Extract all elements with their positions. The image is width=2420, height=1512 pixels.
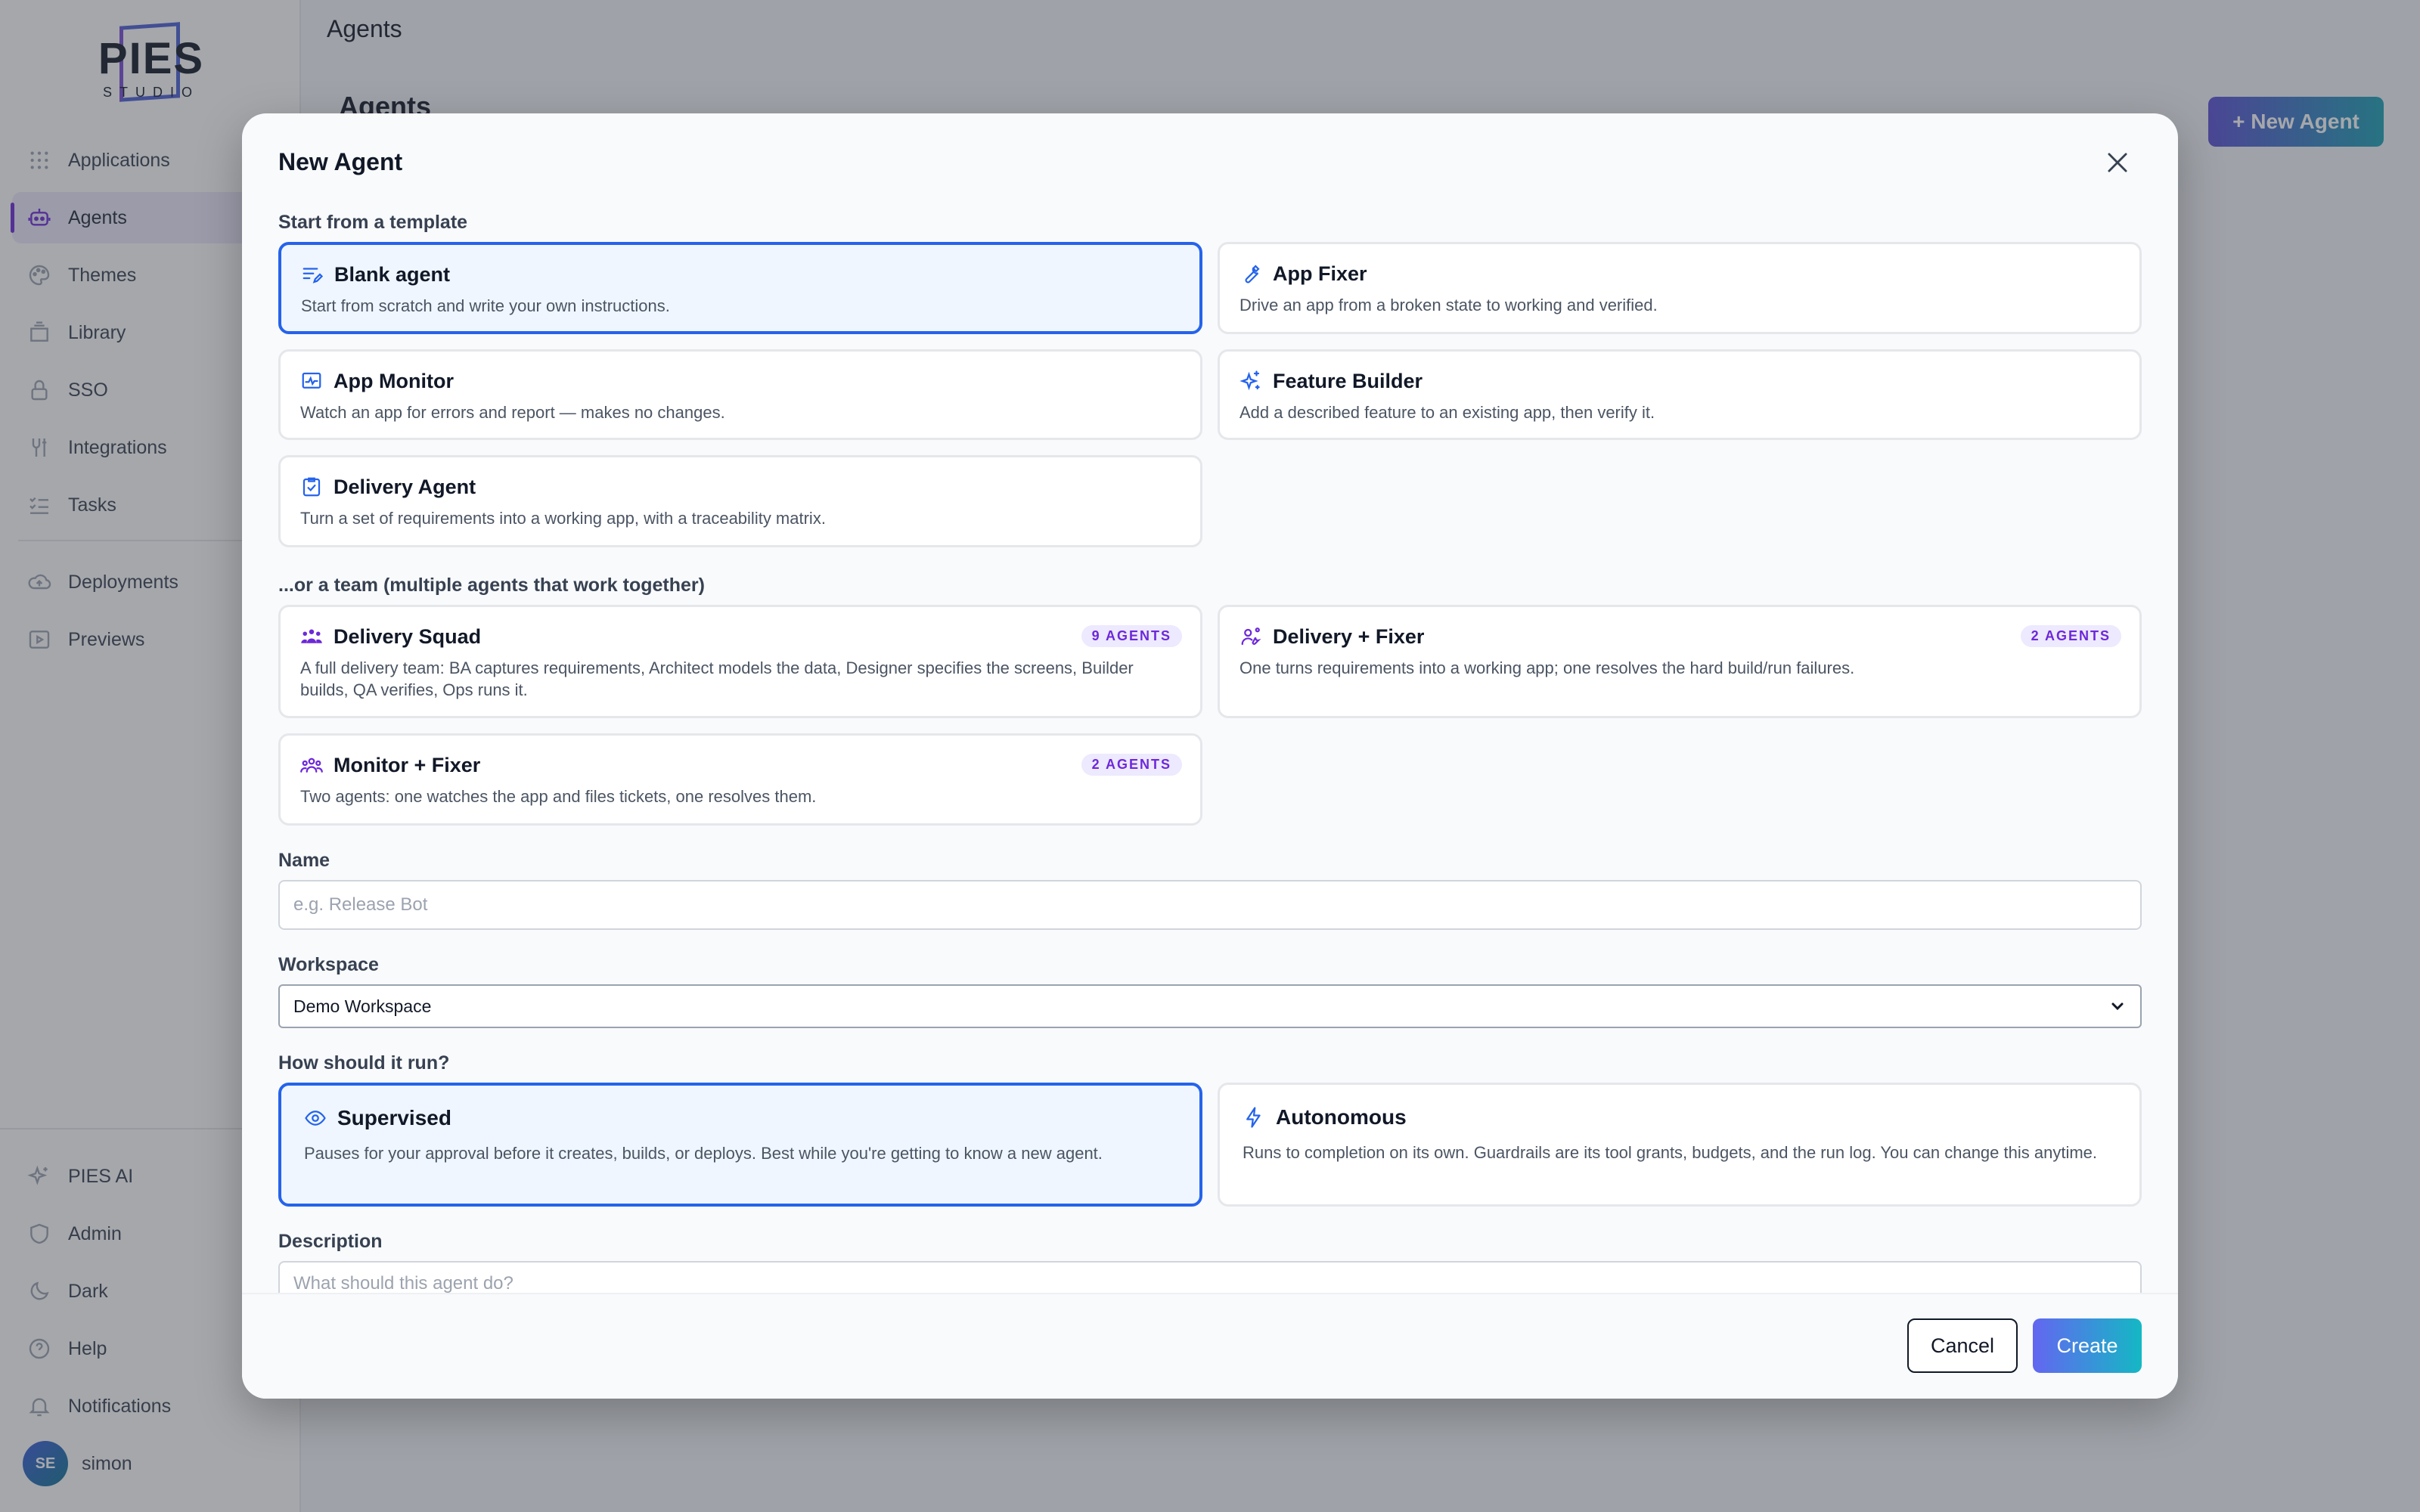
run-mode-supervised[interactable]: Supervised Pauses for your approval befo…: [278, 1083, 1202, 1207]
run-mode-label: How should it run?: [278, 1052, 450, 1074]
template-desc: Drive an app from a broken state to work…: [1239, 296, 1658, 314]
user-wrench-icon: [1241, 627, 1261, 646]
modal-body: Start from a template Blank agent Start …: [278, 212, 2142, 1293]
team-title: Delivery Squad: [334, 624, 482, 648]
monitor-chart-icon: [302, 372, 321, 389]
modal-title: New Agent: [278, 148, 403, 175]
team-grid: Delivery Squad 9 AGENTS A full delivery …: [278, 605, 2142, 826]
agent-count-badge: 2 AGENTS: [1081, 754, 1182, 776]
run-mode-title: Supervised: [337, 1106, 451, 1129]
group-icon: [301, 629, 322, 643]
name-label: Name: [278, 850, 330, 871]
template-desc: Start from scratch and write your own in…: [301, 296, 670, 315]
team-desc: Two agents: one watches the app and file…: [300, 787, 817, 806]
chevron-down-icon: [2111, 1002, 2124, 1011]
close-button[interactable]: [2098, 144, 2137, 183]
template-title: Feature Builder: [1273, 369, 1423, 392]
agent-count-badge: 9 AGENTS: [1081, 625, 1182, 647]
bolt-icon: [1246, 1107, 1261, 1128]
team-desc: One turns requirements into a working ap…: [1239, 658, 1855, 677]
team-desc: A full delivery team: BA captures requir…: [300, 658, 1134, 699]
template-card-app-fixer[interactable]: App Fixer Drive an app from a broken sta…: [1218, 242, 2142, 334]
template-card-delivery-agent[interactable]: Delivery Agent Turn a set of requirement…: [278, 455, 1202, 547]
run-mode-desc: Pauses for your approval before it creat…: [304, 1144, 1103, 1163]
workspace-label: Workspace: [278, 954, 379, 975]
create-button[interactable]: Create: [2033, 1318, 2142, 1373]
template-grid: Blank agent Start from scratch and write…: [278, 242, 2142, 547]
name-input[interactable]: [278, 880, 2142, 930]
run-mode-title: Autonomous: [1276, 1105, 1407, 1129]
run-mode-autonomous[interactable]: Autonomous Runs to completion on its own…: [1218, 1083, 2142, 1207]
team-title: Delivery + Fixer: [1273, 624, 1425, 648]
template-card-blank-agent[interactable]: Blank agent Start from scratch and write…: [278, 242, 1202, 334]
template-card-feature-builder[interactable]: Feature Builder Add a described feature …: [1218, 349, 2142, 440]
clipboard-check-icon: [302, 477, 321, 497]
workspace-value: Demo Workspace: [293, 996, 432, 1016]
team-card-monitor-fixer[interactable]: Monitor + Fixer 2 AGENTS Two agents: one…: [278, 733, 1202, 826]
template-card-app-monitor[interactable]: App Monitor Watch an app for errors and …: [278, 349, 1202, 440]
modal-footer: Cancel Create: [242, 1293, 2178, 1399]
team-title: Monitor + Fixer: [334, 753, 481, 776]
team-card-delivery-fixer[interactable]: Delivery + Fixer 2 AGENTS One turns requ…: [1218, 605, 2142, 718]
description-textarea[interactable]: What should this agent do?: [278, 1261, 2142, 1293]
team-icon: [300, 758, 323, 773]
template-desc: Add a described feature to an existing a…: [1239, 403, 1655, 422]
template-title: App Monitor: [334, 369, 454, 392]
template-title: Delivery Agent: [334, 475, 476, 498]
wrench-icon: [1245, 265, 1260, 284]
new-agent-modal: New Agent Start from a template Blank ag…: [242, 113, 2178, 1399]
eye-icon: [305, 1111, 326, 1126]
edit-lines-icon: [302, 268, 324, 284]
template-desc: Watch an app for errors and report — mak…: [300, 403, 725, 422]
team-section-label: ...or a team (multiple agents that work …: [278, 575, 705, 596]
cancel-button[interactable]: Cancel: [1907, 1318, 2018, 1373]
run-mode-desc: Runs to completion on its own. Guardrail…: [1243, 1143, 2098, 1162]
team-card-delivery-squad[interactable]: Delivery Squad 9 AGENTS A full delivery …: [278, 605, 1202, 718]
template-title: App Fixer: [1273, 262, 1367, 285]
close-icon: [2108, 152, 2127, 172]
template-section-label: Start from a template: [278, 212, 468, 233]
description-label: Description: [278, 1231, 383, 1252]
sparkle-icon: [1239, 370, 1260, 391]
agent-count-badge: 2 AGENTS: [2020, 625, 2121, 647]
template-desc: Turn a set of requirements into a workin…: [300, 509, 826, 528]
workspace-select[interactable]: Demo Workspace: [278, 984, 2142, 1028]
template-title: Blank agent: [334, 262, 451, 286]
run-mode-grid: Supervised Pauses for your approval befo…: [278, 1083, 2142, 1207]
